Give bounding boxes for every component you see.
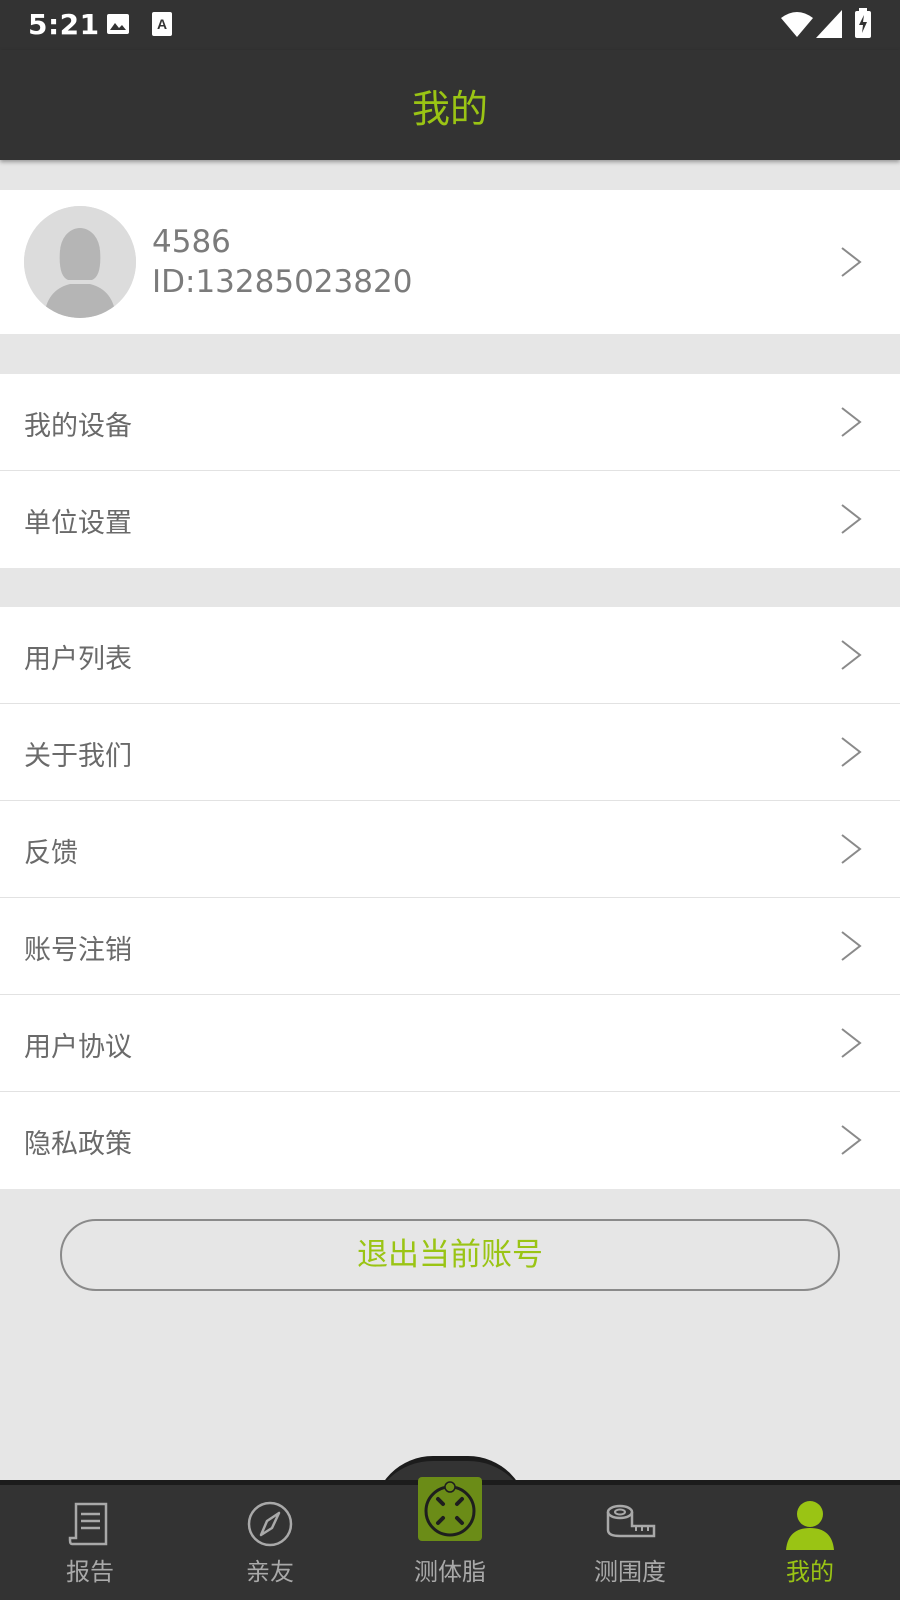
tab-mine[interactable]: 我的 bbox=[720, 1500, 900, 1600]
battery-icon bbox=[855, 8, 871, 38]
chevron-right-icon bbox=[841, 834, 862, 864]
status-bar: 5:21 A bbox=[0, 0, 900, 50]
settings-group-general: 用户列表 关于我们 反馈 账号注销 用户协议 隐私政策 bbox=[0, 607, 900, 1189]
menu-item-delete-account[interactable]: 账号注销 bbox=[0, 898, 900, 995]
menu-item-feedback[interactable]: 反馈 bbox=[0, 801, 900, 898]
menu-item-label: 隐私政策 bbox=[24, 1129, 132, 1160]
chevron-right-icon bbox=[841, 1125, 862, 1155]
tab-label: 报告 bbox=[66, 1558, 114, 1586]
menu-item-my-devices[interactable]: 我的设备 bbox=[0, 374, 900, 471]
tape-measure-icon bbox=[606, 1504, 656, 1538]
profile-name: 4586 bbox=[152, 224, 231, 260]
menu-item-label: 关于我们 bbox=[24, 741, 132, 772]
menu-item-label: 账号注销 bbox=[24, 935, 132, 966]
menu-item-privacy-policy[interactable]: 隐私政策 bbox=[0, 1092, 900, 1189]
menu-item-user-list[interactable]: 用户列表 bbox=[0, 607, 900, 704]
menu-item-label: 我的设备 bbox=[24, 411, 132, 442]
a-icon: A bbox=[152, 12, 172, 36]
avatar-person-icon bbox=[24, 206, 136, 318]
menu-item-user-agreement[interactable]: 用户协议 bbox=[0, 995, 900, 1092]
menu-item-about-us[interactable]: 关于我们 bbox=[0, 704, 900, 801]
chevron-right-icon bbox=[841, 737, 862, 767]
menu-item-label: 反馈 bbox=[24, 838, 78, 869]
chevron-right-icon bbox=[841, 407, 862, 437]
menu-item-label: 单位设置 bbox=[24, 508, 132, 539]
menu-item-label: 用户协议 bbox=[24, 1032, 132, 1063]
tab-label: 我的 bbox=[786, 1558, 834, 1586]
app-header: 我的 bbox=[0, 50, 900, 160]
logout-button[interactable]: 退出当前账号 bbox=[60, 1219, 840, 1291]
tab-label: 测体脂 bbox=[414, 1558, 486, 1586]
tab-body-fat[interactable]: 测体脂 bbox=[360, 1500, 540, 1600]
profile-card[interactable]: 4586 ID:13285023820 bbox=[0, 190, 900, 334]
wifi-icon bbox=[781, 12, 813, 37]
page-title: 我的 bbox=[411, 87, 488, 131]
profile-id: ID:13285023820 bbox=[152, 264, 413, 300]
svg-text:A: A bbox=[157, 16, 167, 32]
chevron-right-icon bbox=[841, 247, 862, 277]
compass-icon bbox=[247, 1501, 293, 1547]
chevron-right-icon bbox=[841, 504, 862, 534]
chevron-right-icon bbox=[841, 931, 862, 961]
tab-friends[interactable]: 亲友 bbox=[180, 1500, 360, 1600]
settings-group-device: 我的设备 单位设置 bbox=[0, 374, 900, 568]
status-time: 5:21 bbox=[28, 8, 100, 41]
menu-item-label: 用户列表 bbox=[24, 644, 132, 675]
tab-girth[interactable]: 测围度 bbox=[540, 1500, 720, 1600]
signal-icon bbox=[816, 10, 842, 38]
report-icon bbox=[68, 1502, 108, 1546]
image-icon bbox=[107, 14, 129, 34]
chevron-right-icon bbox=[841, 1028, 862, 1058]
tab-label: 测围度 bbox=[594, 1558, 666, 1586]
tab-report[interactable]: 报告 bbox=[0, 1500, 180, 1600]
avatar bbox=[24, 206, 136, 318]
tab-label: 亲友 bbox=[246, 1558, 294, 1586]
chevron-right-icon bbox=[841, 640, 862, 670]
person-icon bbox=[786, 1501, 834, 1550]
menu-item-unit-settings[interactable]: 单位设置 bbox=[0, 471, 900, 568]
